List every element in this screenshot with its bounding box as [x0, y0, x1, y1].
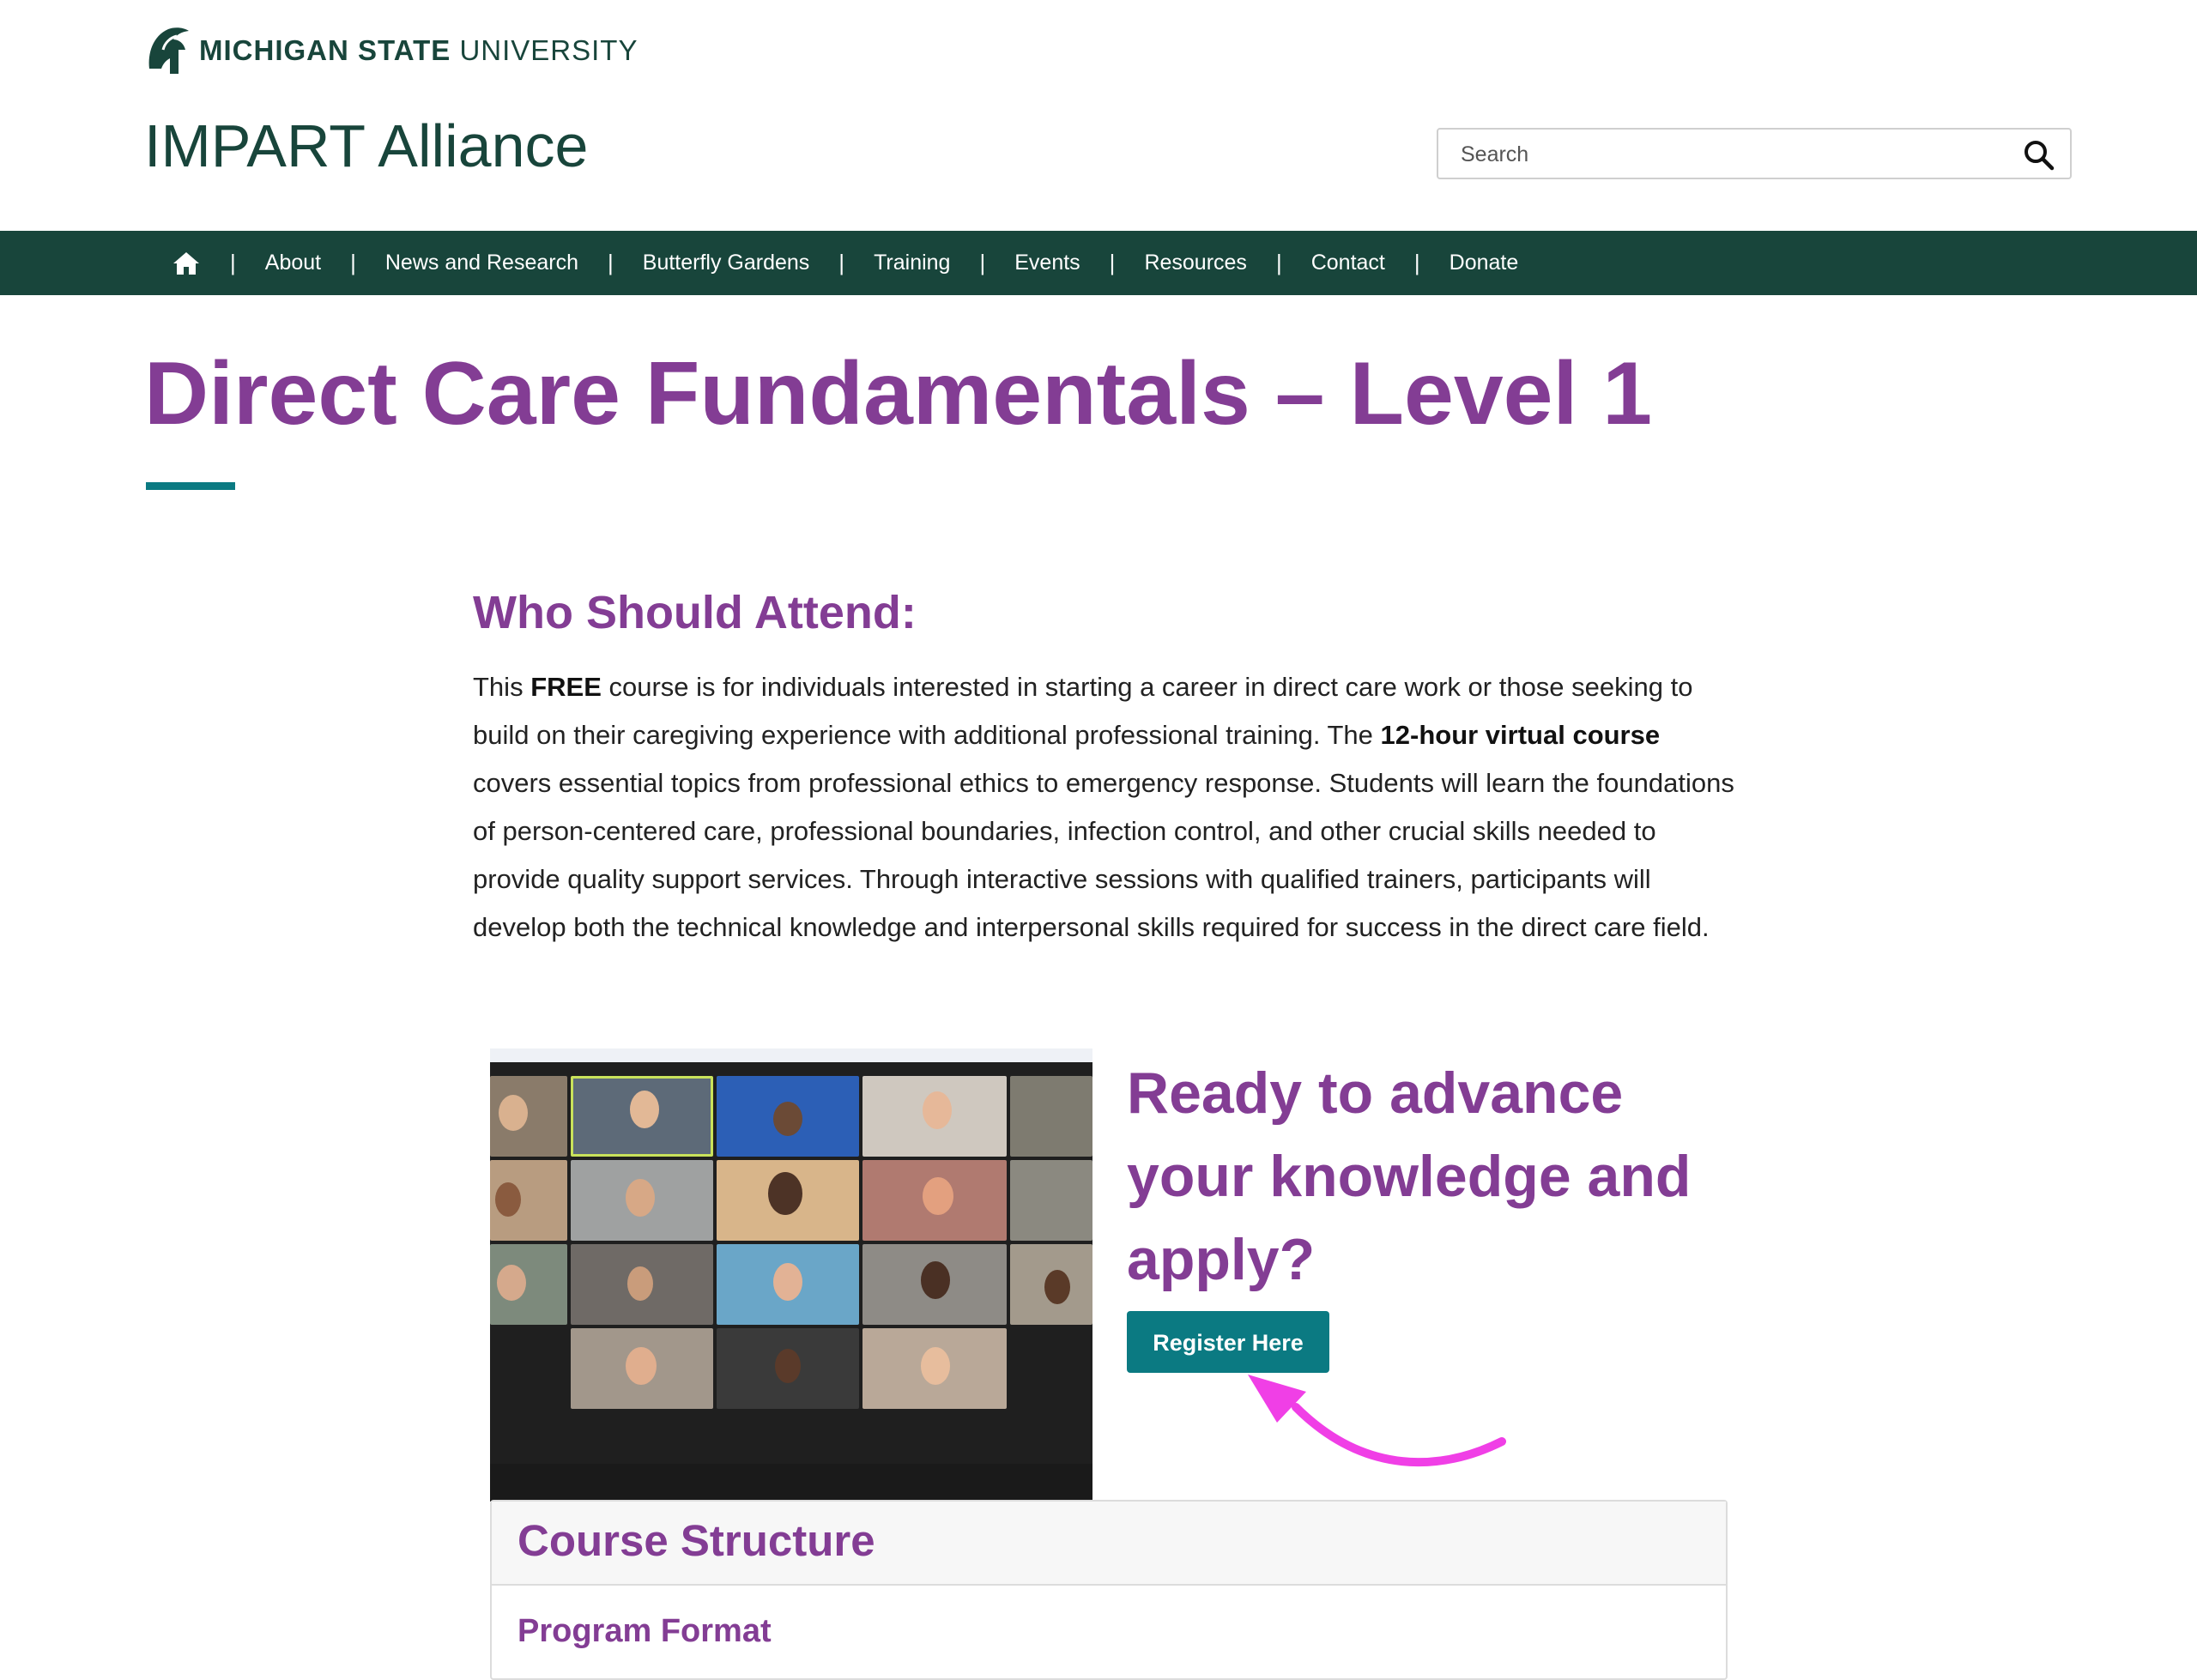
nav-item-contact[interactable]: Contact [1311, 251, 1385, 275]
participant-face [773, 1263, 802, 1301]
attend-text-3: covers essential topics from professiona… [473, 768, 1734, 942]
nav-separator: | [608, 250, 614, 275]
participant-tile [717, 1328, 859, 1409]
nav-separator: | [1413, 250, 1420, 275]
participant-face [921, 1347, 950, 1385]
participant-face [626, 1179, 655, 1217]
attend-text-1: This [473, 672, 531, 702]
nav-item-donate[interactable]: Donate [1450, 251, 1519, 275]
nav-item-training[interactable]: Training [874, 251, 950, 275]
msu-wordmark: MICHIGAN STATE UNIVERSITY [199, 34, 638, 67]
curved-arrow-icon [1248, 1375, 1506, 1467]
nav-separator: | [1275, 250, 1282, 275]
participant-tile [1010, 1244, 1092, 1325]
participant-face [923, 1177, 953, 1215]
participant-face [1044, 1270, 1070, 1304]
participant-face [497, 1265, 526, 1301]
title-underline [146, 482, 235, 490]
participant-face [630, 1091, 659, 1128]
participant-face [626, 1347, 657, 1385]
participant-tile [862, 1076, 1007, 1157]
zoom-toolbar [490, 1464, 1092, 1502]
course-structure-heading: Course Structure [517, 1516, 875, 1565]
nav-item-resources[interactable]: Resources [1144, 251, 1247, 275]
nav-item-butterfly-gardens[interactable]: Butterfly Gardens [643, 251, 810, 275]
participant-face [775, 1349, 801, 1383]
participant-tile [490, 1244, 567, 1325]
participant-face [495, 1182, 521, 1217]
participant-tile [571, 1328, 713, 1409]
participant-tile [862, 1244, 1007, 1325]
site-title[interactable]: IMPART Alliance [144, 112, 588, 180]
zoom-topbar [490, 1048, 1092, 1062]
nav-item-about[interactable]: About [265, 251, 321, 275]
nav-link-training[interactable]: Training [874, 251, 950, 275]
course-structure-panel: Course Structure Program Format [490, 1500, 1728, 1680]
msu-wordmark-strong: MICHIGAN STATE [199, 34, 451, 66]
participant-tile [717, 1076, 859, 1157]
nav-link-butterfly-gardens[interactable]: Butterfly Gardens [643, 251, 810, 275]
nav-link-donate[interactable]: Donate [1450, 251, 1519, 275]
participant-tile [571, 1076, 713, 1157]
participant-face [773, 1102, 802, 1136]
search-icon[interactable] [2022, 138, 2056, 172]
msu-wordmark-light: UNIVERSITY [459, 34, 639, 66]
attend-bold-free: FREE [530, 672, 602, 702]
participant-tile [490, 1076, 567, 1157]
nav-separator: | [979, 250, 986, 275]
nav-link-news-and-research[interactable]: News and Research [385, 251, 578, 275]
attend-paragraph: This FREE course is for individuals inte… [473, 663, 1734, 952]
nav-link-events[interactable]: Events [1014, 251, 1080, 275]
home-icon[interactable] [172, 251, 201, 276]
search-input[interactable] [1438, 130, 2012, 179]
participant-face [923, 1091, 952, 1129]
attend-bold-duration: 12-hour virtual course [1380, 720, 1661, 750]
nav-link-resources[interactable]: Resources [1144, 251, 1247, 275]
msu-logo[interactable]: MICHIGAN STATE UNIVERSITY [144, 24, 638, 77]
nav-separator: | [1109, 250, 1116, 275]
zoom-meeting-image [490, 1048, 1092, 1502]
participant-tile [717, 1160, 859, 1241]
nav-item-events[interactable]: Events [1014, 251, 1080, 275]
participant-tile [571, 1160, 713, 1241]
zoom-participant-grid [490, 1076, 1092, 1460]
participant-tile [571, 1244, 713, 1325]
nav-separator: | [838, 250, 845, 275]
participant-face [627, 1266, 653, 1301]
nav-link-about[interactable]: About [265, 251, 321, 275]
page-title: Direct Care Fundamentals – Level 1 [144, 344, 1653, 444]
cta-heading: Ready to advance your knowledge and appl… [1127, 1061, 1692, 1292]
attend-heading: Who Should Attend: [473, 587, 917, 638]
participant-face [921, 1261, 950, 1299]
participant-tile [862, 1160, 1007, 1241]
main-nav: | About | News and Research | Butterfly … [0, 231, 2197, 295]
nav-separator: | [230, 250, 236, 275]
search-box [1437, 128, 2072, 179]
program-format-heading: Program Format [517, 1613, 772, 1649]
participant-tile [1010, 1160, 1092, 1241]
participant-tile [717, 1244, 859, 1325]
nav-item-news-and-research[interactable]: News and Research [385, 251, 578, 275]
participant-tile [862, 1328, 1007, 1409]
participant-face [768, 1172, 802, 1215]
spartan-helmet-icon [148, 27, 189, 74]
nav-item-home[interactable] [172, 251, 201, 276]
nav-link-contact[interactable]: Contact [1311, 251, 1385, 275]
nav-separator: | [350, 250, 356, 275]
participant-face [499, 1095, 528, 1131]
participant-tile [1010, 1076, 1092, 1157]
participant-tile [490, 1160, 567, 1241]
